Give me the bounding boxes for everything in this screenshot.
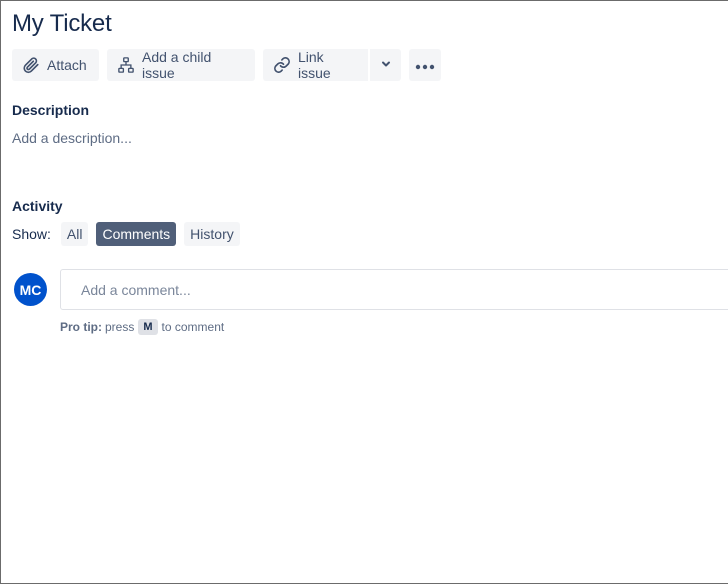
paperclip-icon (22, 56, 40, 74)
hierarchy-icon (117, 56, 135, 74)
pro-tip: Pro tip: press M to comment (60, 319, 224, 335)
description-field[interactable]: Add a description... (12, 130, 132, 146)
pro-tip-label: Pro tip: (60, 320, 102, 334)
link-issue-button[interactable]: Link issue (263, 49, 368, 81)
filter-all-button[interactable]: All (60, 222, 89, 246)
avatar[interactable]: MC (14, 273, 47, 306)
link-issue-split-button: Link issue (263, 49, 401, 81)
pro-tip-press: press (105, 320, 135, 334)
issue-view: My Ticket Attach Add a child issue Link … (0, 0, 728, 584)
attach-button[interactable]: Attach (12, 49, 99, 81)
chevron-down-icon (380, 57, 392, 73)
comment-input[interactable]: Add a comment... (60, 269, 728, 310)
filter-history-button[interactable]: History (184, 222, 240, 246)
more-horizontal-icon (415, 57, 435, 73)
activity-heading: Activity (12, 198, 63, 214)
filter-comments-button[interactable]: Comments (96, 222, 177, 246)
issue-toolbar: Attach Add a child issue Link issue (12, 49, 449, 81)
add-child-issue-label: Add a child issue (142, 49, 212, 81)
description-heading: Description (12, 102, 90, 118)
add-child-issue-button[interactable]: Add a child issue (107, 49, 255, 81)
comment-placeholder: Add a comment... (81, 281, 191, 298)
keyboard-shortcut-key: M (138, 319, 158, 335)
pro-tip-suffix: to comment (161, 320, 225, 334)
page-title[interactable]: My Ticket (12, 10, 112, 38)
link-issue-label: Link issue (298, 49, 331, 81)
link-issue-dropdown-button[interactable] (370, 49, 401, 81)
activity-filter-bar: Show: All Comments History (12, 222, 248, 246)
show-label: Show: (12, 226, 51, 242)
more-actions-button[interactable] (409, 49, 441, 81)
link-icon (273, 56, 291, 74)
attach-label: Attach (47, 57, 87, 73)
